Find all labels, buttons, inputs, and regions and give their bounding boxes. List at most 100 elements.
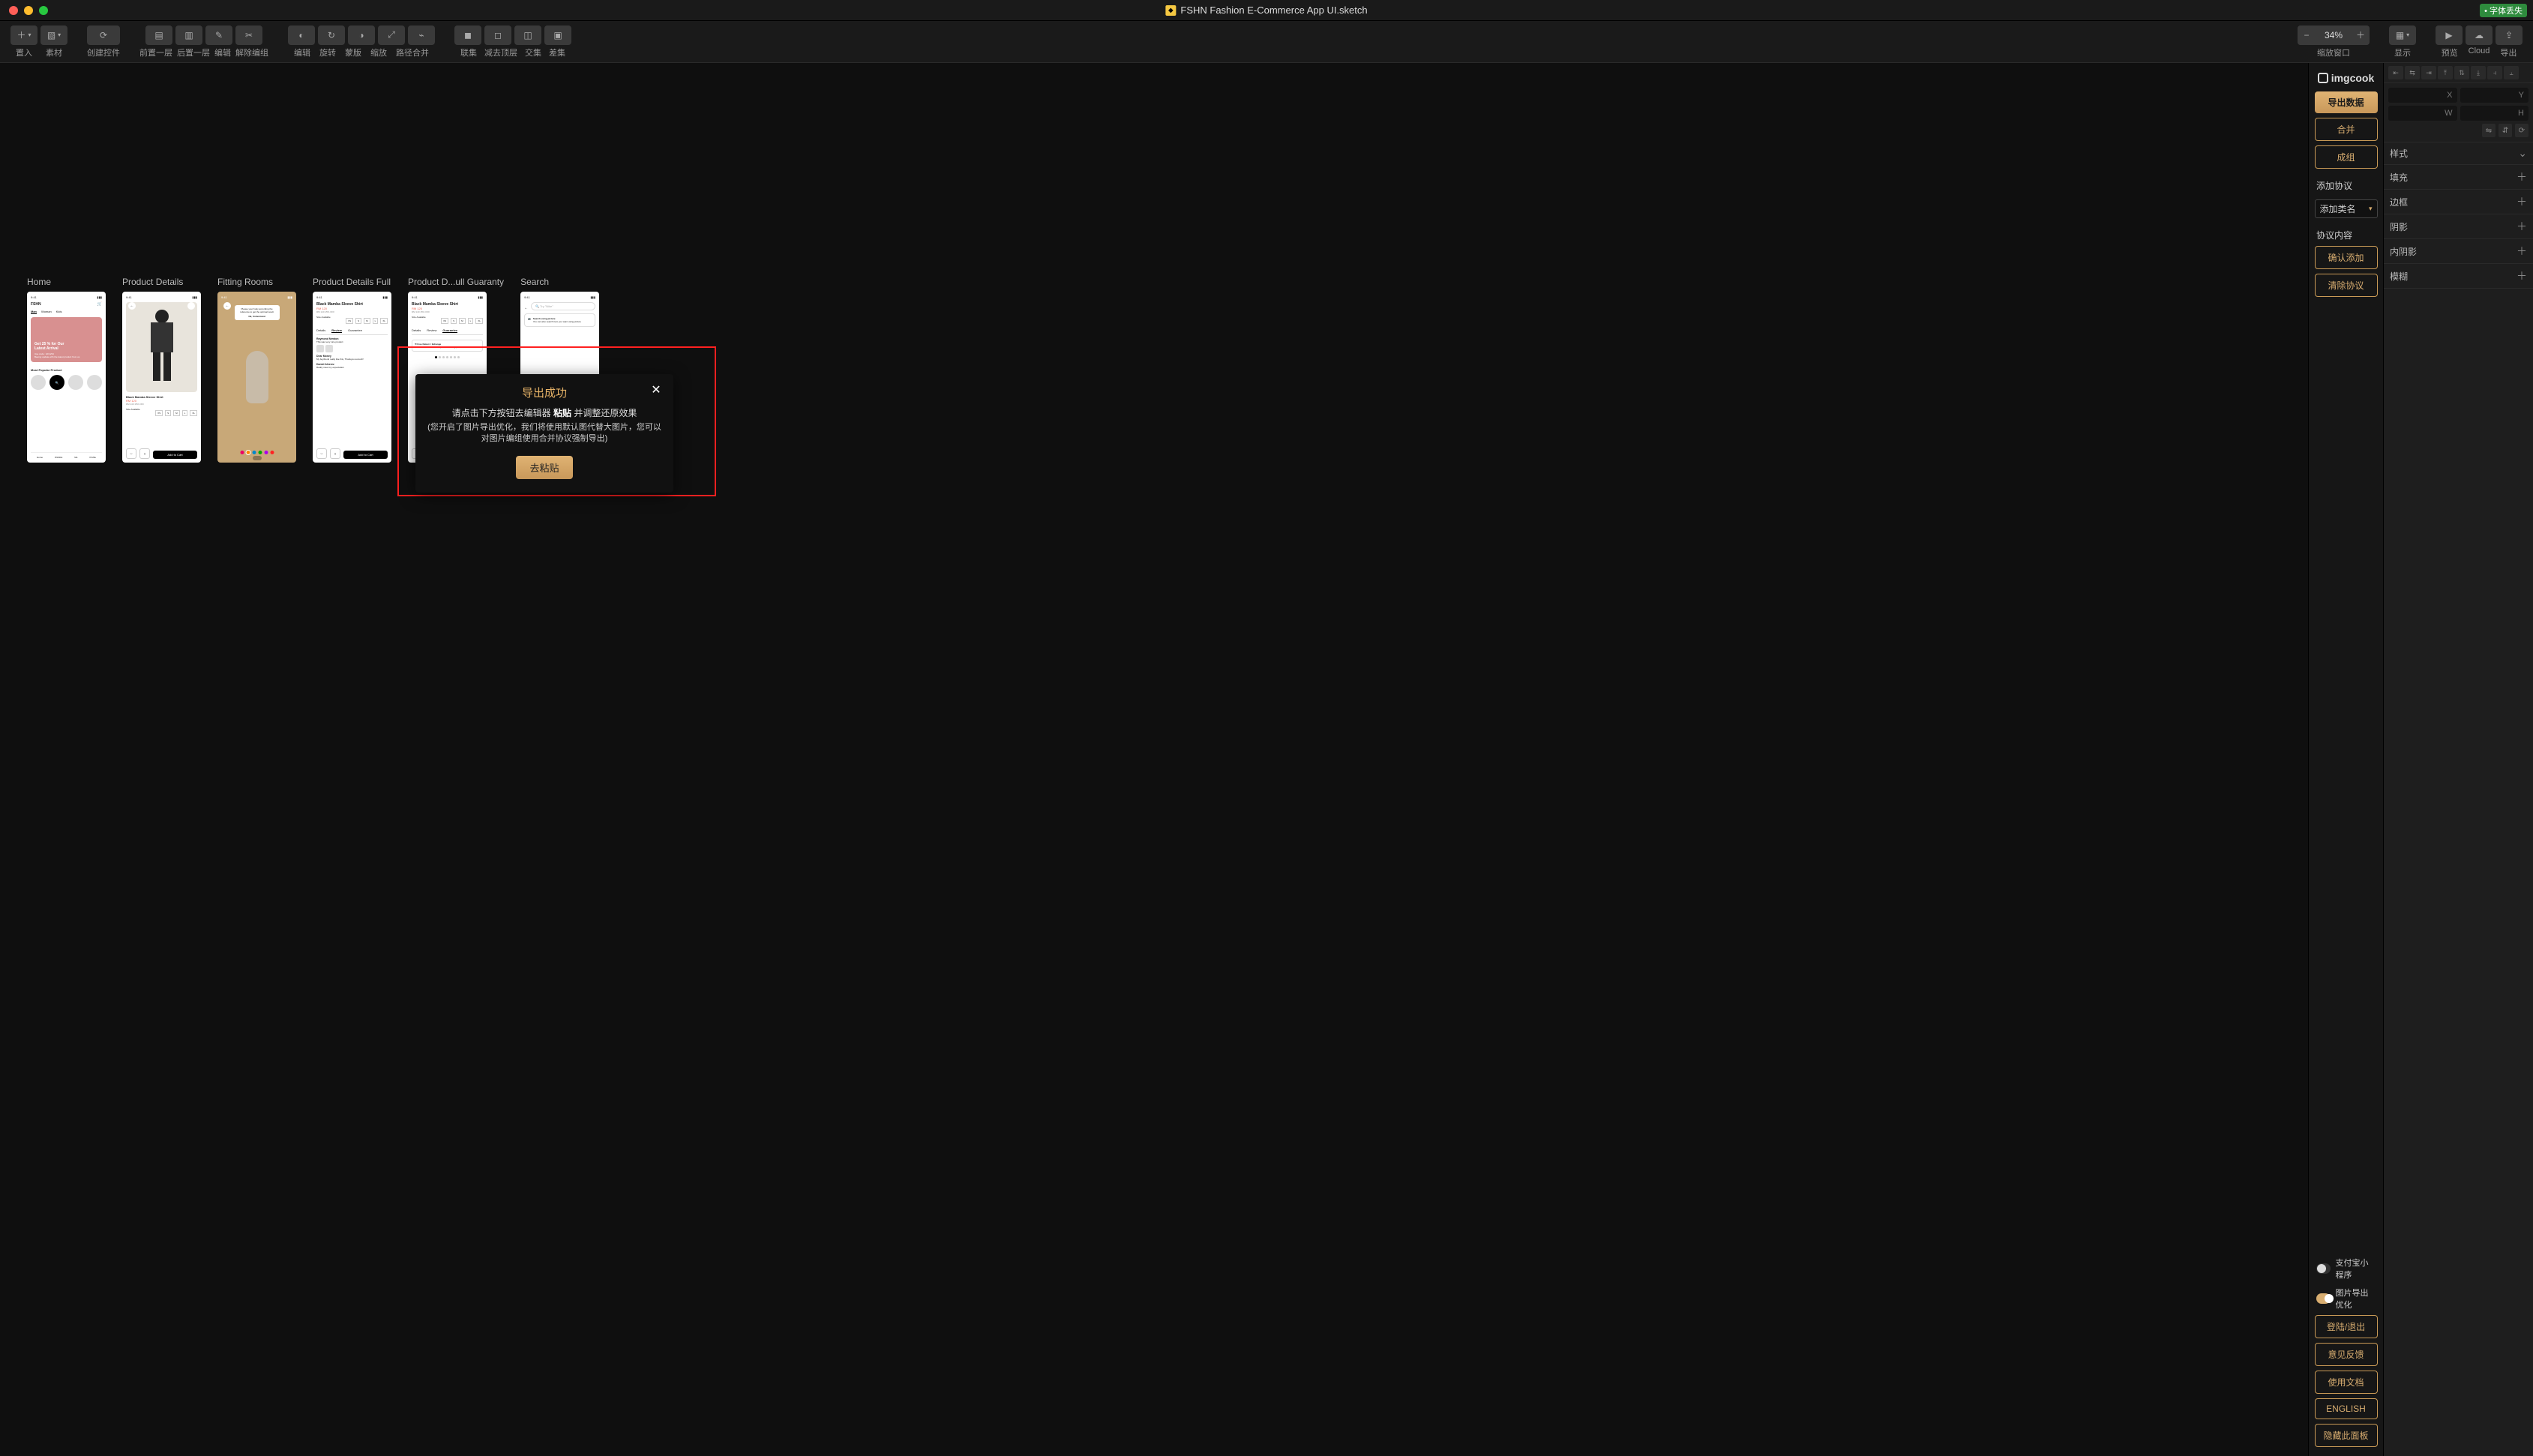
w-label: W: [2445, 109, 2452, 118]
send-backward-button[interactable]: ▥: [175, 25, 202, 45]
rotate-icon[interactable]: ⟳: [2515, 124, 2529, 137]
hide-panel-button[interactable]: 隐藏此面板: [2315, 1424, 2378, 1447]
window-maximize[interactable]: [39, 6, 48, 15]
flip-v-icon[interactable]: ⇵: [2499, 124, 2512, 137]
align-right-icon[interactable]: ⇥: [2421, 66, 2436, 79]
w-field[interactable]: W: [2388, 106, 2457, 121]
zoom-in-button[interactable]: ＋: [2352, 25, 2370, 45]
x-field[interactable]: X: [2388, 88, 2457, 103]
canvas[interactable]: Home 9:41▮▮▮ FSHN🛒 Man Woman Kids Get 25…: [0, 63, 2308, 1456]
add-fill-icon[interactable]: ＋: [2517, 169, 2527, 184]
cart-icon: 🛒: [97, 302, 102, 307]
confirm-add-button[interactable]: 确认添加: [2315, 246, 2378, 269]
zoom-value[interactable]: 34%: [2319, 30, 2349, 40]
docs-button[interactable]: 使用文档: [2315, 1371, 2378, 1394]
alipay-toggle-row[interactable]: 支付宝小程序: [2313, 1257, 2379, 1281]
size-l: L: [468, 318, 474, 324]
rotate-button[interactable]: ↻: [318, 25, 345, 45]
add-shadow-icon[interactable]: ＋: [2517, 219, 2527, 234]
toolbar-show-group: ▦ 显示: [2389, 25, 2416, 58]
intersect-label: 交集: [525, 46, 541, 58]
cloud-button[interactable]: ☁: [2466, 25, 2493, 45]
scale-button[interactable]: ⤢: [378, 25, 405, 45]
search-placeholder: Try "Nike": [540, 304, 553, 308]
add-blur-icon[interactable]: ＋: [2517, 268, 2527, 283]
styles-section[interactable]: 样式 ⌄: [2384, 142, 2533, 165]
intersect-button[interactable]: ◫: [514, 25, 541, 45]
mask-button[interactable]: ◑: [348, 25, 375, 45]
distribute-v-icon[interactable]: ⫠: [2504, 66, 2519, 79]
preview-button[interactable]: ▶: [2436, 25, 2463, 45]
zoom-out-button[interactable]: −: [2298, 25, 2316, 45]
artboard-fitting-rooms[interactable]: Fitting Rooms 9:41▮▮▮ ← Please your body…: [217, 277, 296, 463]
artboard-product-details[interactable]: Product Details 9:41▮▮▮ ←: [122, 277, 201, 463]
show-button[interactable]: ▦: [2389, 25, 2416, 45]
h-field[interactable]: H: [2460, 106, 2529, 121]
toolbar-zoom-group: − 34% ＋ 缩放窗口: [2298, 25, 2370, 58]
align-vcenter-icon[interactable]: ⇅: [2454, 66, 2469, 79]
login-logout-button[interactable]: 登陆/退出: [2315, 1315, 2378, 1338]
add-type-select[interactable]: 添加类名: [2315, 199, 2378, 218]
add-inner-shadow-icon[interactable]: ＋: [2517, 244, 2527, 259]
tab-guarantee: Guarantee: [442, 328, 457, 333]
align-top-icon[interactable]: ⤒: [2438, 66, 2453, 79]
imageopt-toggle-row[interactable]: 图片导出优化: [2313, 1287, 2379, 1311]
export-button[interactable]: ⇪: [2496, 25, 2523, 45]
chevron-down-icon[interactable]: ⌄: [2518, 147, 2527, 160]
blur-section[interactable]: 模糊 ＋: [2384, 264, 2533, 289]
size-m: M: [173, 410, 180, 416]
nav-home: Home: [37, 456, 43, 459]
modal-paste-button[interactable]: 去粘贴: [516, 456, 572, 479]
fill-section[interactable]: 填充 ＋: [2384, 165, 2533, 190]
window-minimize[interactable]: [24, 6, 33, 15]
size-label: Size Available: [316, 316, 331, 326]
create-component-button[interactable]: ⟳: [87, 25, 120, 45]
export-data-button[interactable]: 导出数据: [2315, 91, 2378, 113]
plugin-logo-text: imgcook: [2331, 72, 2375, 84]
search-card-text: You can also search item you want using …: [533, 320, 581, 323]
artboard-product-details-full[interactable]: Product Details Full 9:41▮▮▮ Black Mamba…: [313, 277, 391, 463]
shadow-section[interactable]: 阴影 ＋: [2384, 214, 2533, 239]
insert-label: 置入: [16, 46, 32, 58]
group-button[interactable]: 成组: [2315, 145, 2378, 169]
clear-protocol-button[interactable]: 清除协议: [2315, 274, 2378, 297]
align-left-icon[interactable]: ⇤: [2388, 66, 2403, 79]
tooltip-text: Please your body according the reference…: [237, 307, 277, 313]
size-s: S: [451, 318, 457, 324]
subtract-button[interactable]: ◻: [484, 25, 511, 45]
align-hcenter-icon[interactable]: ⇆: [2405, 66, 2420, 79]
size-xs: XS: [155, 410, 163, 416]
modal-line2: (您开启了图片导出优化，我们将使用默认图代替大图片，您可以对图片编组使用合并协议…: [426, 422, 663, 445]
alipay-toggle[interactable]: [2316, 1263, 2331, 1274]
assets-button[interactable]: ▧: [40, 25, 67, 45]
ungroup-button[interactable]: ✂: [235, 25, 262, 45]
window-close[interactable]: [9, 6, 18, 15]
imageopt-toggle[interactable]: [2316, 1293, 2331, 1304]
path-merge-button[interactable]: ⌁: [408, 25, 435, 45]
nav-profile: Profile: [89, 456, 96, 459]
editmask-button[interactable]: ◐: [288, 25, 315, 45]
english-button[interactable]: ENGLISH: [2315, 1398, 2378, 1419]
size-l: L: [182, 410, 188, 416]
border-section[interactable]: 边框 ＋: [2384, 190, 2533, 214]
artboard-title: Home: [27, 277, 106, 287]
brand-logo: FSHN: [31, 302, 41, 307]
union-button[interactable]: ◼: [454, 25, 481, 45]
feedback-button[interactable]: 意见反馈: [2315, 1343, 2378, 1366]
artboard-home[interactable]: Home 9:41▮▮▮ FSHN🛒 Man Woman Kids Get 25…: [27, 277, 106, 463]
add-border-icon[interactable]: ＋: [2517, 194, 2527, 209]
merge-button[interactable]: 合并: [2315, 118, 2378, 141]
modal-close-button[interactable]: ✕: [649, 383, 663, 397]
export-label: 导出: [2500, 46, 2517, 58]
inner-shadow-section[interactable]: 内阴影 ＋: [2384, 239, 2533, 264]
bring-forward-button[interactable]: ▤: [145, 25, 172, 45]
distribute-h-icon[interactable]: ⫞: [2487, 66, 2502, 79]
font-missing-badge[interactable]: • 字体丢失: [2480, 4, 2527, 17]
edit-button[interactable]: ✎: [205, 25, 232, 45]
artboard-title: Product Details Full: [313, 277, 391, 287]
insert-button[interactable]: ＋: [10, 25, 37, 45]
align-bottom-icon[interactable]: ⤓: [2471, 66, 2486, 79]
difference-button[interactable]: ▣: [544, 25, 571, 45]
flip-h-icon[interactable]: ⇋: [2482, 124, 2496, 137]
y-field[interactable]: Y: [2460, 88, 2529, 103]
